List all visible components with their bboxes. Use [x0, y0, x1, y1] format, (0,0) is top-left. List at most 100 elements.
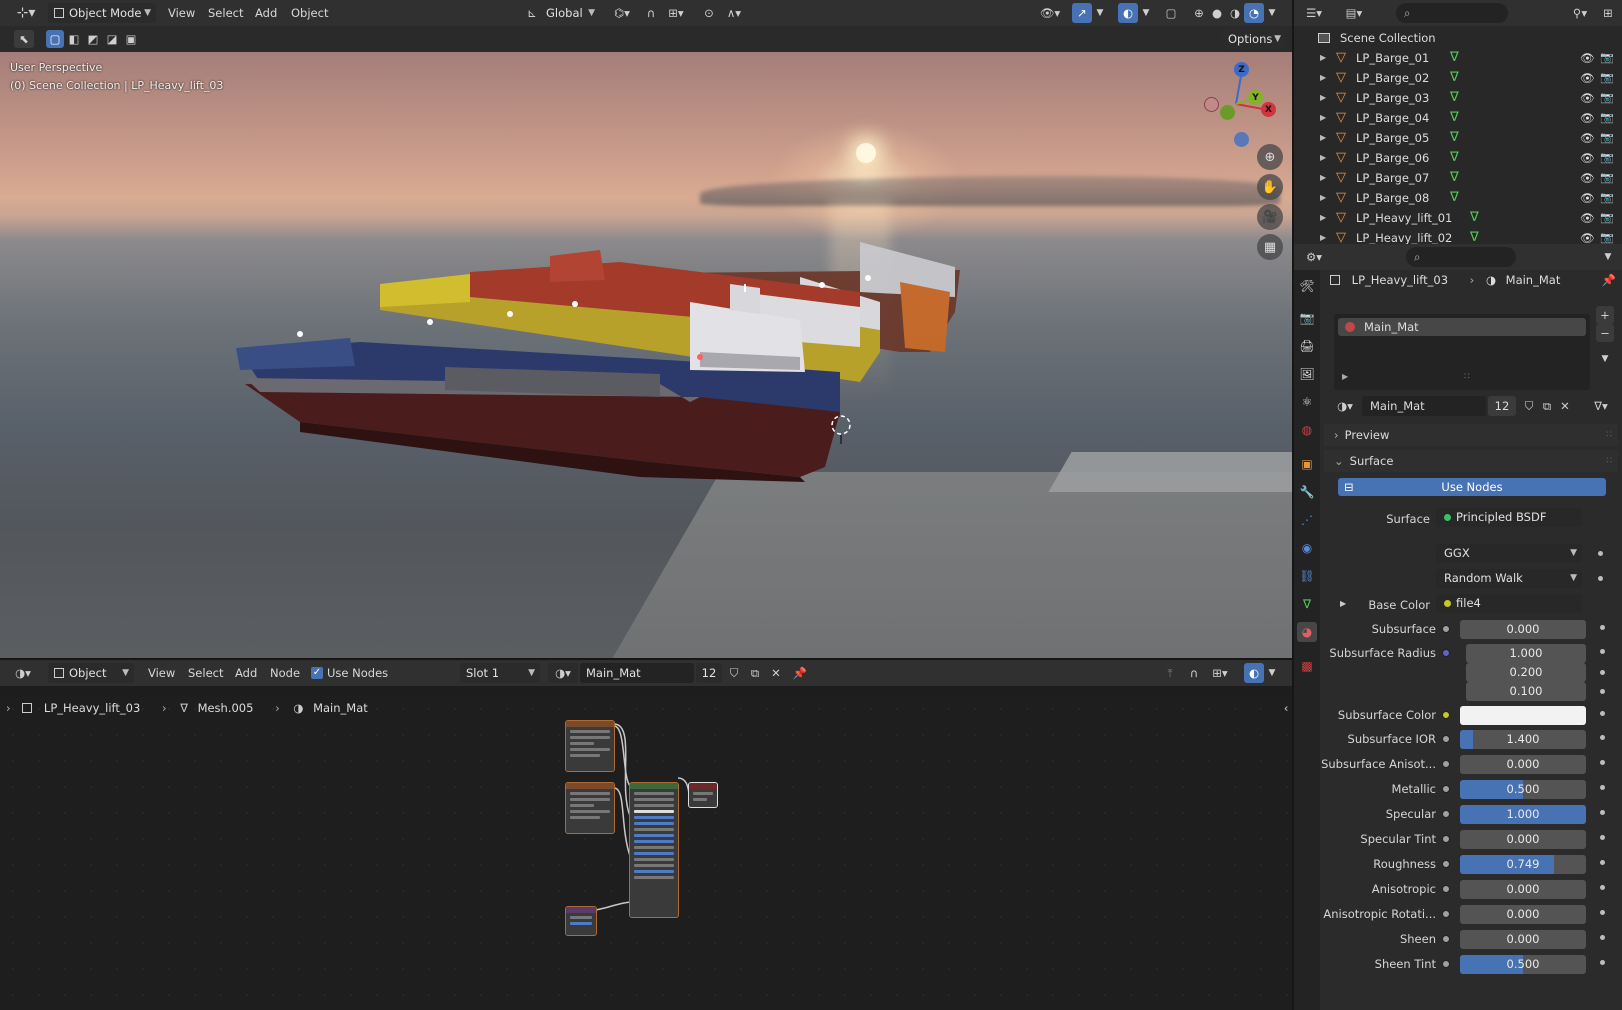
- properties-options-icon[interactable]: ▼: [1600, 247, 1616, 267]
- input-socket-icon[interactable]: [1442, 735, 1450, 743]
- link-mode-icon[interactable]: ∇▾: [1586, 396, 1616, 416]
- outliner-search-input[interactable]: ⌕: [1396, 3, 1508, 23]
- rendered-shading-icon[interactable]: ◔: [1244, 3, 1264, 23]
- gizmo-icon[interactable]: ↗: [1072, 3, 1092, 23]
- wireframe-shading-icon[interactable]: ⊕: [1190, 4, 1208, 22]
- node-overlay-icon[interactable]: ◐: [1244, 663, 1264, 683]
- filter-icon[interactable]: ⚲▾: [1566, 3, 1594, 23]
- camera-icon[interactable]: 📷: [1600, 48, 1614, 68]
- eye-icon[interactable]: 👁: [1580, 128, 1595, 148]
- select-extend-icon[interactable]: ◧: [65, 30, 83, 48]
- property-slider[interactable]: 1.400: [1460, 730, 1586, 749]
- node-menu-select[interactable]: Select: [188, 660, 223, 686]
- eye-icon[interactable]: 👁: [1580, 208, 1595, 228]
- gizmo-z[interactable]: Z: [1234, 62, 1249, 77]
- keyframe-dot-icon[interactable]: [1600, 670, 1605, 675]
- select-subtract-icon[interactable]: ◩: [84, 30, 102, 48]
- radius-z-field[interactable]: 0.100: [1466, 682, 1586, 701]
- overlay-icon[interactable]: ◐: [1118, 3, 1138, 23]
- properties-editor-type-icon[interactable]: ⚙▾: [1300, 247, 1328, 267]
- navigation-gizmo[interactable]: Z Y X: [1190, 60, 1282, 150]
- vector-socket-icon[interactable]: [1442, 649, 1450, 657]
- keyframe-dot-icon[interactable]: [1600, 689, 1605, 694]
- subsurface-method-dropdown[interactable]: Random Walk ▼: [1436, 569, 1582, 588]
- input-socket-icon[interactable]: [1442, 835, 1450, 843]
- menu-select[interactable]: Select: [208, 0, 243, 26]
- color-socket-icon[interactable]: [1442, 711, 1450, 719]
- outliner-scene-collection[interactable]: Scene Collection: [1294, 28, 1622, 48]
- keyframe-dot-icon[interactable]: [1600, 885, 1605, 890]
- duplicate-material-icon[interactable]: ⧉: [745, 663, 765, 683]
- property-slider[interactable]: 0.500: [1460, 955, 1586, 974]
- area-divider-horizontal[interactable]: [0, 658, 1292, 660]
- node-overlay-dropdown-icon[interactable]: ▼: [1266, 663, 1278, 683]
- input-socket-icon[interactable]: [1442, 910, 1450, 918]
- outliner-item[interactable]: ▶ ▽ LP_Barge_08 ∇ 👁 📷: [1294, 188, 1622, 208]
- keyframe-dot-icon[interactable]: [1600, 935, 1605, 940]
- gizmo-x[interactable]: X: [1261, 102, 1276, 117]
- keyframe-dot-icon[interactable]: [1600, 810, 1605, 815]
- input-socket-icon[interactable]: [1442, 810, 1450, 818]
- tool-tab-icon[interactable]: 🛠: [1297, 276, 1317, 296]
- camera-icon[interactable]: 📷: [1600, 68, 1614, 88]
- image-texture-node-1[interactable]: [565, 720, 615, 772]
- node-menu-view[interactable]: View: [148, 660, 175, 686]
- menu-object[interactable]: Object: [291, 0, 328, 26]
- input-socket-icon[interactable]: [1442, 625, 1450, 633]
- outliner-item[interactable]: ▶ ▽ LP_Barge_03 ∇ 👁 📷: [1294, 88, 1622, 108]
- eye-icon[interactable]: 👁: [1580, 148, 1595, 168]
- remove-slot-icon[interactable]: −: [1596, 324, 1614, 342]
- keyframe-dot-icon[interactable]: [1600, 735, 1605, 740]
- node-editor-type-icon[interactable]: ◑▾: [8, 663, 38, 683]
- pivot-icon[interactable]: ⌬▾: [608, 4, 636, 22]
- select-intersect-icon[interactable]: ▣: [122, 30, 140, 48]
- material-output-node[interactable]: [688, 782, 718, 808]
- gizmo-y[interactable]: Y: [1248, 90, 1263, 105]
- unlink-material-icon[interactable]: ✕: [766, 663, 786, 683]
- editor-type-icon[interactable]: ⊹▾: [12, 3, 40, 23]
- node-snap-icon[interactable]: ∩: [1184, 663, 1204, 683]
- snap-icon[interactable]: ∩: [642, 4, 660, 22]
- keyframe-dot-icon[interactable]: [1600, 835, 1605, 840]
- distribution-dropdown[interactable]: GGX ▼: [1436, 544, 1582, 563]
- eye-icon[interactable]: 👁: [1580, 188, 1595, 208]
- slot-specials-icon[interactable]: ▼: [1596, 350, 1614, 368]
- node-menu-node[interactable]: Node: [270, 660, 300, 686]
- duplicate-material-icon[interactable]: ⧉: [1538, 396, 1556, 416]
- radius-x-field[interactable]: 1.000: [1466, 644, 1586, 663]
- outliner-item[interactable]: ▶ ▽ LP_Barge_02 ∇ 👁 📷: [1294, 68, 1622, 88]
- surface-panel-header[interactable]: ⌄ Surface ∷: [1324, 450, 1618, 472]
- modifier-tab-icon[interactable]: 🔧: [1297, 482, 1317, 502]
- outliner-item[interactable]: ▶ ▽ LP_Barge_04 ∇ 👁 📷: [1294, 108, 1622, 128]
- eye-icon[interactable]: 👁: [1580, 68, 1595, 88]
- node-snap-mode-icon[interactable]: ⊞▾: [1206, 663, 1234, 683]
- visibility-icon[interactable]: 👁▾: [1036, 4, 1064, 22]
- eye-icon[interactable]: 👁: [1580, 168, 1595, 188]
- drag-grip-icon[interactable]: ∷: [1606, 424, 1612, 446]
- menu-add[interactable]: Add: [255, 0, 277, 26]
- material-name-field[interactable]: Main_Mat: [1362, 396, 1486, 416]
- ortho-toggle-icon[interactable]: ▦: [1257, 234, 1283, 260]
- expand-arrow-icon[interactable]: ▶: [1320, 48, 1326, 68]
- overlay-dropdown-icon[interactable]: ▼: [1140, 4, 1152, 22]
- material-tab-icon[interactable]: ◕: [1297, 622, 1317, 642]
- options-dropdown[interactable]: Options ▼: [1222, 29, 1286, 49]
- keyframe-dot-icon[interactable]: [1600, 860, 1605, 865]
- outliner-item[interactable]: ▶ ▽ LP_Barge_07 ∇ 👁 📷: [1294, 168, 1622, 188]
- keyframe-dot-icon[interactable]: [1600, 785, 1605, 790]
- keyframe-dot-icon[interactable]: [1598, 576, 1603, 581]
- fake-user-icon[interactable]: ⛉: [724, 663, 744, 683]
- physics-tab-icon[interactable]: ◉: [1297, 538, 1317, 558]
- expand-arrow-icon[interactable]: ▶: [1320, 188, 1326, 208]
- expand-arrow-icon[interactable]: ▶: [1320, 148, 1326, 168]
- solid-shading-icon[interactable]: ●: [1208, 4, 1226, 22]
- keyframe-dot-icon[interactable]: [1598, 551, 1603, 556]
- keyframe-dot-icon[interactable]: [1600, 960, 1605, 965]
- world-tab-icon[interactable]: ◍: [1297, 420, 1317, 440]
- gizmo-neg-x[interactable]: [1204, 97, 1219, 112]
- data-tab-icon[interactable]: ∇: [1297, 594, 1317, 614]
- texture-tab-icon[interactable]: ▩: [1297, 656, 1317, 676]
- material-slot-list[interactable]: Main_Mat ▶ ∷: [1334, 314, 1590, 390]
- image-texture-node-2[interactable]: [565, 782, 615, 834]
- input-socket-icon[interactable]: [1442, 785, 1450, 793]
